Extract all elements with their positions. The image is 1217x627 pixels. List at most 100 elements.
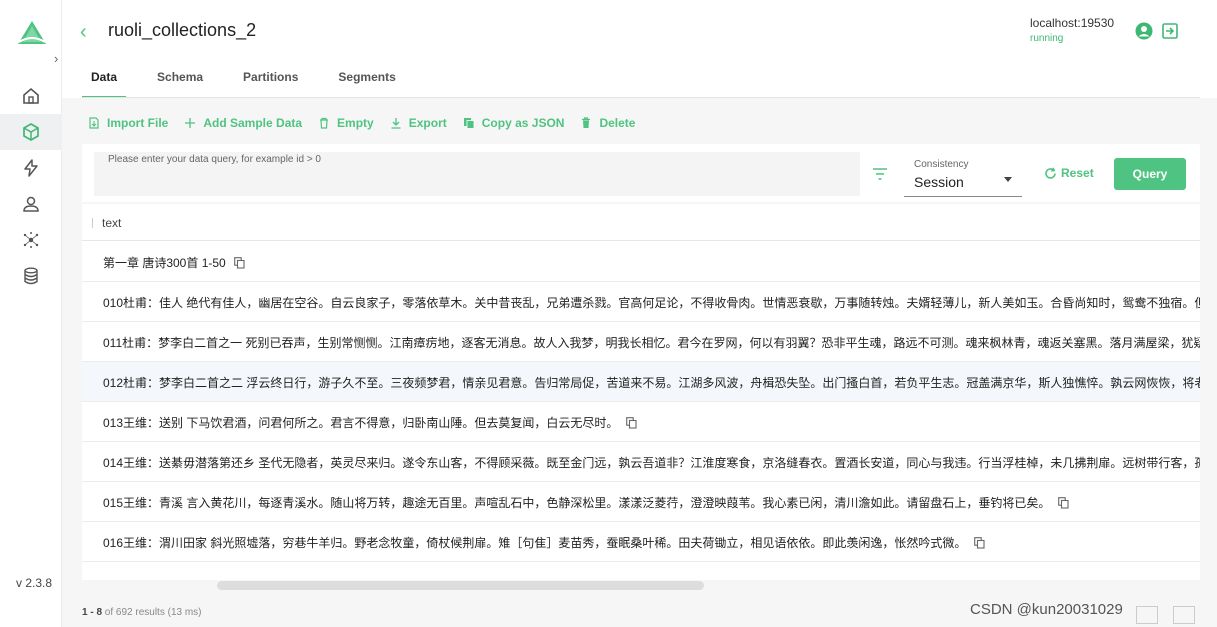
trash-outline-icon bbox=[320, 117, 329, 129]
page-next-button[interactable] bbox=[1173, 606, 1195, 624]
table-row[interactable]: 第一章 唐诗300首 1-50 bbox=[82, 242, 1200, 282]
add-sample-data-button[interactable]: Add Sample Data bbox=[184, 116, 302, 130]
copy-as-json-label: Copy as JSON bbox=[481, 116, 565, 130]
database-icon bbox=[24, 267, 38, 285]
cell-value: 014王维：送綦毋潜落第还乡 圣代无隐者，英灵尽来归。遂令东山客，不得顾采薇。既… bbox=[103, 456, 1200, 470]
tab-segments[interactable]: Segments bbox=[329, 66, 404, 98]
export-button[interactable]: Export bbox=[390, 116, 447, 130]
copy-cell-icon[interactable] bbox=[233, 256, 245, 269]
file-import-icon bbox=[89, 117, 99, 129]
result-summary: of 692 results (13 ms) bbox=[104, 607, 202, 618]
table-cell-text: 010杜甫：佳人 绝代有佳人，幽居在空谷。自云良家子，零落依草木。关中昔丧乱，兄… bbox=[103, 294, 1200, 311]
table-cell-text: 第一章 唐诗300首 1-50 bbox=[103, 254, 245, 271]
page-prev-button[interactable] bbox=[1136, 606, 1158, 624]
cell-value: 015王维：青溪 言入黄花川，每逐青溪水。随山将万转，趣途无百里。声喧乱石中，色… bbox=[103, 496, 1051, 510]
refresh-icon bbox=[1045, 167, 1056, 179]
back-arrow-icon[interactable]: ‹ bbox=[80, 21, 87, 44]
sidebar-item-home[interactable] bbox=[0, 78, 62, 114]
delete-label: Delete bbox=[599, 116, 636, 130]
cell-value: 011杜甫：梦李白二首之一 死别已吞声，生别常恻恻。江南瘴疠地，逐客无消息。故人… bbox=[103, 336, 1200, 350]
query-placeholder: Please enter your data query, for exampl… bbox=[108, 154, 321, 165]
copy-icon bbox=[463, 118, 475, 129]
reset-label: Reset bbox=[1061, 166, 1094, 180]
network-icon bbox=[23, 232, 39, 248]
sidebar-item-users[interactable] bbox=[0, 186, 62, 222]
caret-down-icon bbox=[1004, 177, 1012, 182]
horizontal-scrollbar[interactable] bbox=[217, 581, 704, 590]
trash-icon bbox=[582, 117, 591, 128]
table-row[interactable]: 012杜甫：梦李白二首之二 浮云终日行，游子久不至。三夜频梦君，情亲见君意。告归… bbox=[82, 362, 1200, 402]
copy-as-json-button[interactable]: Copy as JSON bbox=[463, 116, 565, 130]
query-input[interactable]: Please enter your data query, for exampl… bbox=[94, 152, 860, 196]
cell-value: 第一章 唐诗300首 1-50 bbox=[103, 256, 226, 270]
collection-tabs: Data Schema Partitions Segments bbox=[82, 66, 427, 98]
reset-button[interactable]: Reset bbox=[1044, 166, 1094, 180]
tab-data[interactable]: Data bbox=[82, 66, 127, 98]
consistency-label: Consistency bbox=[914, 159, 969, 170]
results-table: text 第一章 唐诗300首 1-50 010杜甫：佳人 绝代有佳人，幽居在空谷… bbox=[82, 204, 1200, 580]
column-header-text[interactable]: text bbox=[102, 216, 121, 230]
table-header: text bbox=[82, 204, 1200, 241]
column-separator bbox=[92, 218, 93, 228]
main-content: ‹ ruoli_collections_2 localhost:19530 ru… bbox=[62, 0, 1217, 627]
collection-header: ‹ ruoli_collections_2 localhost:19530 ru… bbox=[62, 0, 1217, 98]
add-sample-data-label: Add Sample Data bbox=[203, 116, 303, 130]
tab-partitions[interactable]: Partitions bbox=[234, 66, 307, 98]
server-status: running bbox=[1030, 33, 1064, 44]
table-row[interactable]: 014王维：送綦毋潜落第还乡 圣代无隐者，英灵尽来归。遂令东山客，不得顾采薇。既… bbox=[82, 442, 1200, 482]
cube-icon bbox=[23, 123, 39, 141]
consistency-select[interactable]: Consistency Session bbox=[904, 152, 1022, 197]
tabs-divider bbox=[82, 97, 1200, 98]
plus-icon bbox=[185, 118, 196, 128]
pagination-summary: 1 - 8 of 692 results (13 ms) bbox=[82, 607, 202, 618]
table-cell-text: 011杜甫：梦李白二首之一 死别已吞声，生别常恻恻。江南瘴疠地，逐客无消息。故人… bbox=[103, 334, 1200, 351]
tab-schema[interactable]: Schema bbox=[148, 66, 212, 98]
export-label: Export bbox=[408, 116, 447, 130]
empty-button[interactable]: Empty bbox=[318, 116, 374, 130]
download-icon bbox=[391, 118, 401, 129]
cell-value: 012杜甫：梦李白二首之二 浮云终日行，游子久不至。三夜频梦君，情亲见君意。告归… bbox=[103, 376, 1200, 390]
logout-icon[interactable] bbox=[1161, 22, 1179, 40]
query-button[interactable]: Query bbox=[1114, 158, 1186, 190]
import-file-label: Import File bbox=[107, 116, 169, 130]
sidebar-item-search[interactable] bbox=[0, 150, 62, 186]
table-cell-text: 015王维：青溪 言入黄花川，每逐青溪水。随山将万转，趣途无百里。声喧乱石中，色… bbox=[103, 494, 1069, 511]
server-host: localhost:19530 bbox=[1030, 16, 1115, 30]
delete-button[interactable]: Delete bbox=[580, 116, 635, 130]
sidebar-item-collections[interactable] bbox=[0, 114, 62, 150]
filter-icon[interactable] bbox=[872, 168, 888, 180]
copy-cell-icon[interactable] bbox=[974, 536, 985, 549]
table-row[interactable]: 011杜甫：梦李白二首之一 死别已吞声，生别常恻恻。江南瘴疠地，逐客无消息。故人… bbox=[82, 322, 1200, 362]
query-bar: Please enter your data query, for exampl… bbox=[82, 144, 1200, 202]
account-icon[interactable] bbox=[1135, 22, 1153, 40]
consistency-value: Session bbox=[914, 174, 964, 190]
user-icon bbox=[23, 196, 39, 212]
csdn-watermark: CSDN @kun20031029 bbox=[970, 601, 1123, 618]
cell-value: 010杜甫：佳人 绝代有佳人，幽居在空谷。自云良家子，零落依草木。关中昔丧乱，兄… bbox=[103, 296, 1200, 310]
cell-value: 013王维：送别 下马饮君酒，问君何所之。君言不得意，归卧南山陲。但去莫复闻，白… bbox=[103, 416, 619, 430]
app-window: › v 2.3.8 ‹ ruoli_collections_2 localhos… bbox=[0, 0, 1217, 627]
table-row[interactable]: 010杜甫：佳人 绝代有佳人，幽居在空谷。自云良家子，零落依草木。关中昔丧乱，兄… bbox=[82, 282, 1200, 322]
table-row[interactable]: 013王维：送别 下马饮君酒，问君何所之。君言不得意，归卧南山陲。但去莫复闻，白… bbox=[82, 402, 1200, 442]
table-row[interactable]: 016王维：渭川田家 斜光照墟落，穷巷牛羊归。野老念牧童，倚杖候荆扉。雉［句隹］… bbox=[82, 522, 1200, 562]
cell-value: 016王维：渭川田家 斜光照墟落，穷巷牛羊归。野老念牧童，倚杖候荆扉。雉［句隹］… bbox=[103, 536, 967, 550]
table-row[interactable]: 015王维：青溪 言入黄花川，每逐青溪水。随山将万转，趣途无百里。声喧乱石中，色… bbox=[82, 482, 1200, 522]
copy-cell-icon[interactable] bbox=[1058, 496, 1069, 509]
table-cell-text: 016王维：渭川田家 斜光照墟落，穷巷牛羊归。野老念牧童，倚杖候荆扉。雉［句隹］… bbox=[103, 534, 985, 551]
lightning-icon bbox=[24, 159, 38, 177]
data-toolbar: Import File Add Sample Data Empty Export… bbox=[88, 116, 651, 130]
expand-sidebar-chevron-icon[interactable]: › bbox=[54, 51, 58, 66]
result-range: 1 - 8 bbox=[82, 607, 103, 618]
table-cell-text: 013王维：送别 下马饮君酒，问君何所之。君言不得意，归卧南山陲。但去莫复闻，白… bbox=[103, 414, 637, 431]
table-cell-text: 012杜甫：梦李白二首之二 浮云终日行，游子久不至。三夜频梦君，情亲见君意。告归… bbox=[103, 374, 1200, 391]
sidebar-item-database[interactable] bbox=[0, 258, 62, 294]
home-icon bbox=[23, 87, 39, 104]
table-cell-text: 014王维：送綦毋潜落第还乡 圣代无隐者，英灵尽来归。遂令东山客，不得顾采薇。既… bbox=[103, 454, 1200, 471]
horizontal-scroll-track bbox=[82, 564, 1200, 580]
version-label: v 2.3.8 bbox=[16, 576, 53, 590]
sidebar-item-system[interactable] bbox=[0, 222, 62, 258]
empty-label: Empty bbox=[337, 116, 374, 130]
milvus-logo-icon bbox=[18, 21, 46, 44]
import-file-button[interactable]: Import File bbox=[88, 116, 168, 130]
copy-cell-icon[interactable] bbox=[626, 416, 637, 429]
